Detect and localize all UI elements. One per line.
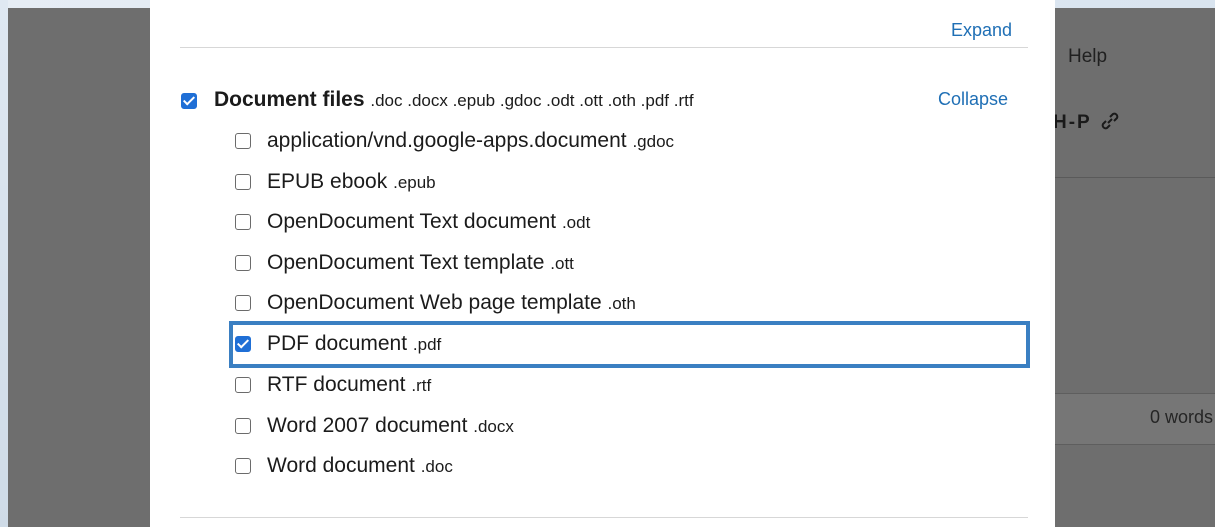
menu-help: Help	[1068, 46, 1108, 67]
divider-top	[180, 47, 1028, 48]
document-files-extensions: .doc .docx .epub .gdoc .odt .ott .oth .p…	[370, 91, 694, 110]
item-label: Word document	[267, 454, 415, 477]
toolbar-divider	[1053, 177, 1215, 178]
item-ext: .doc	[420, 457, 453, 476]
odt-checkbox[interactable]	[235, 214, 251, 230]
list-item-oth[interactable]: OpenDocument Web page template .oth	[267, 291, 636, 315]
list-item-gdoc[interactable]: application/vnd.google-apps.document .gd…	[267, 129, 674, 153]
link-icon	[1101, 112, 1119, 130]
item-ext: .docx	[473, 417, 514, 436]
list-item-rtf[interactable]: RTF document .rtf	[267, 373, 431, 397]
h5p-label: H-P	[1053, 112, 1092, 133]
doc-checkbox[interactable]	[235, 458, 251, 474]
item-label: EPUB ebook	[267, 170, 388, 193]
window-frame-left	[0, 0, 8, 527]
item-ext: .rtf	[411, 376, 432, 395]
item-ext: .oth	[607, 294, 636, 313]
list-item-docx[interactable]: Word 2007 document .docx	[267, 414, 514, 438]
gdoc-checkbox[interactable]	[235, 133, 251, 149]
item-label: application/vnd.google-apps.document	[267, 129, 627, 152]
item-ext: .gdoc	[632, 132, 675, 151]
item-label: OpenDocument Web page template	[267, 291, 602, 314]
document-files-label: Document files	[214, 88, 365, 111]
ott-checkbox[interactable]	[235, 255, 251, 271]
item-label: OpenDocument Text document	[267, 210, 557, 233]
divider-bottom	[180, 517, 1028, 518]
list-item-ott[interactable]: OpenDocument Text template .ott	[267, 251, 574, 275]
document-files-checkbox[interactable]	[181, 93, 197, 109]
list-item-doc[interactable]: Word document .doc	[267, 454, 453, 478]
word-count: 0 words	[1150, 407, 1214, 427]
list-item-epub[interactable]: EPUB ebook .epub	[267, 170, 436, 194]
item-ext: .ott	[550, 254, 574, 273]
toolbar-h5p-icon: H-P	[1053, 110, 1121, 134]
document-files-group: Document files .doc .docx .epub .gdoc .o…	[214, 88, 694, 112]
item-ext: .epub	[393, 173, 436, 192]
list-item-odt[interactable]: OpenDocument Text document .odt	[267, 210, 590, 234]
item-ext: .odt	[561, 213, 591, 232]
epub-checkbox[interactable]	[235, 174, 251, 190]
collapse-link[interactable]: Collapse	[938, 89, 1008, 110]
item-label: Word 2007 document	[267, 414, 468, 437]
oth-checkbox[interactable]	[235, 295, 251, 311]
rtf-checkbox[interactable]	[235, 377, 251, 393]
expand-link[interactable]: Expand	[951, 20, 1012, 41]
item-label: RTF document	[267, 373, 406, 396]
docx-checkbox[interactable]	[235, 418, 251, 434]
focus-highlight	[229, 321, 1030, 368]
item-label: OpenDocument Text template	[267, 251, 545, 274]
